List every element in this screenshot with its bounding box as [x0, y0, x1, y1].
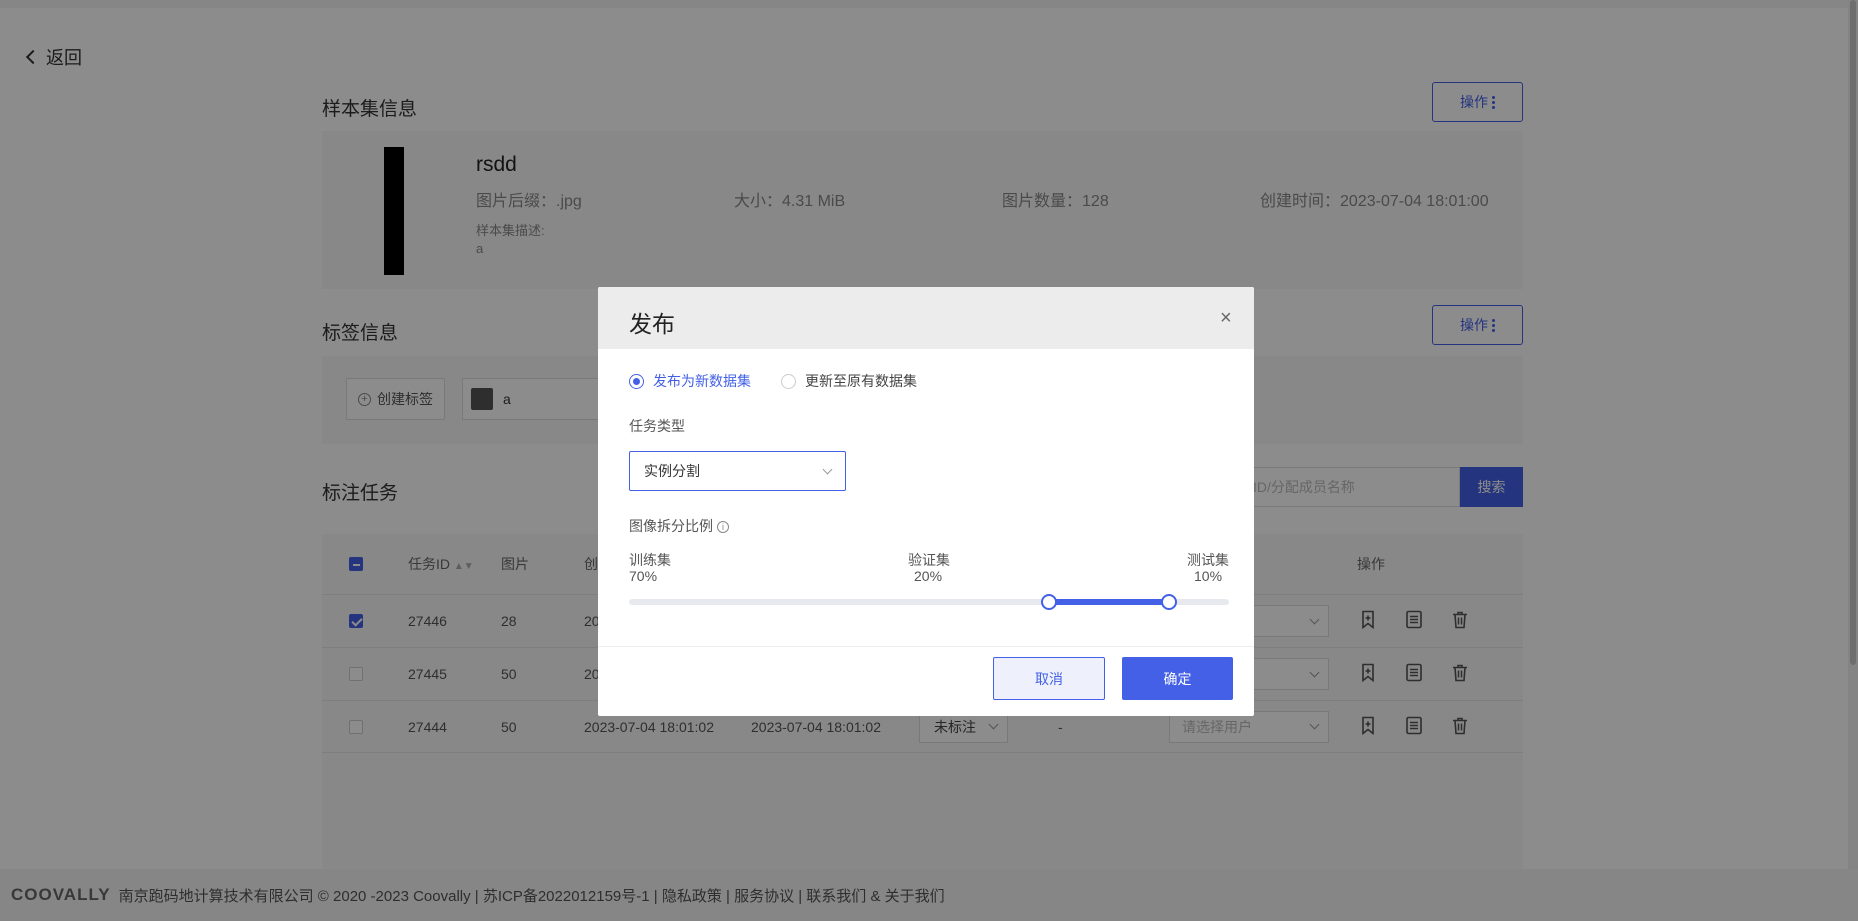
val-label: 验证集 — [908, 552, 950, 568]
radio-dot — [629, 373, 644, 389]
test-value: 10% — [1194, 568, 1223, 584]
slider-handle-train-val[interactable] — [1041, 594, 1057, 610]
radio-dot — [781, 373, 796, 389]
confirm-button[interactable]: 确定 — [1122, 657, 1233, 700]
chevron-down-icon — [822, 464, 833, 474]
radio-publish-new-label: 发布为新数据集 — [653, 373, 751, 389]
dialog-divider — [598, 646, 1254, 647]
split-ratio-slider[interactable] — [629, 594, 1229, 610]
val-range-fill — [1049, 599, 1169, 605]
train-label: 训练集 — [629, 552, 671, 568]
close-icon[interactable]: × — [1220, 307, 1232, 330]
train-value: 70% — [629, 568, 658, 584]
val-value: 20% — [914, 568, 943, 584]
dialog-title: 发布 — [629, 311, 675, 337]
radio-update-existing[interactable]: 更新至原有数据集 — [781, 371, 917, 391]
publish-mode-radio-group: 发布为新数据集 更新至原有数据集 — [629, 371, 917, 391]
task-type-value: 实例分割 — [644, 463, 700, 479]
split-ratio-label-wrap: 图像拆分比例 i — [629, 516, 729, 536]
split-ratio-label: 图像拆分比例 — [629, 518, 713, 534]
test-label: 测试集 — [1187, 552, 1229, 568]
task-type-select[interactable]: 实例分割 — [629, 451, 846, 491]
info-icon[interactable]: i — [717, 521, 729, 533]
slider-handle-val-test[interactable] — [1161, 594, 1177, 610]
cancel-button[interactable]: 取消 — [993, 657, 1105, 700]
task-type-label: 任务类型 — [629, 418, 685, 434]
publish-dialog: 发布 × 发布为新数据集 更新至原有数据集 任务类型 实例分割 图像拆分比例 i … — [598, 287, 1254, 716]
radio-publish-new[interactable]: 发布为新数据集 — [629, 371, 751, 391]
dialog-header: 发布 × — [598, 287, 1254, 349]
radio-update-existing-label: 更新至原有数据集 — [805, 373, 917, 389]
